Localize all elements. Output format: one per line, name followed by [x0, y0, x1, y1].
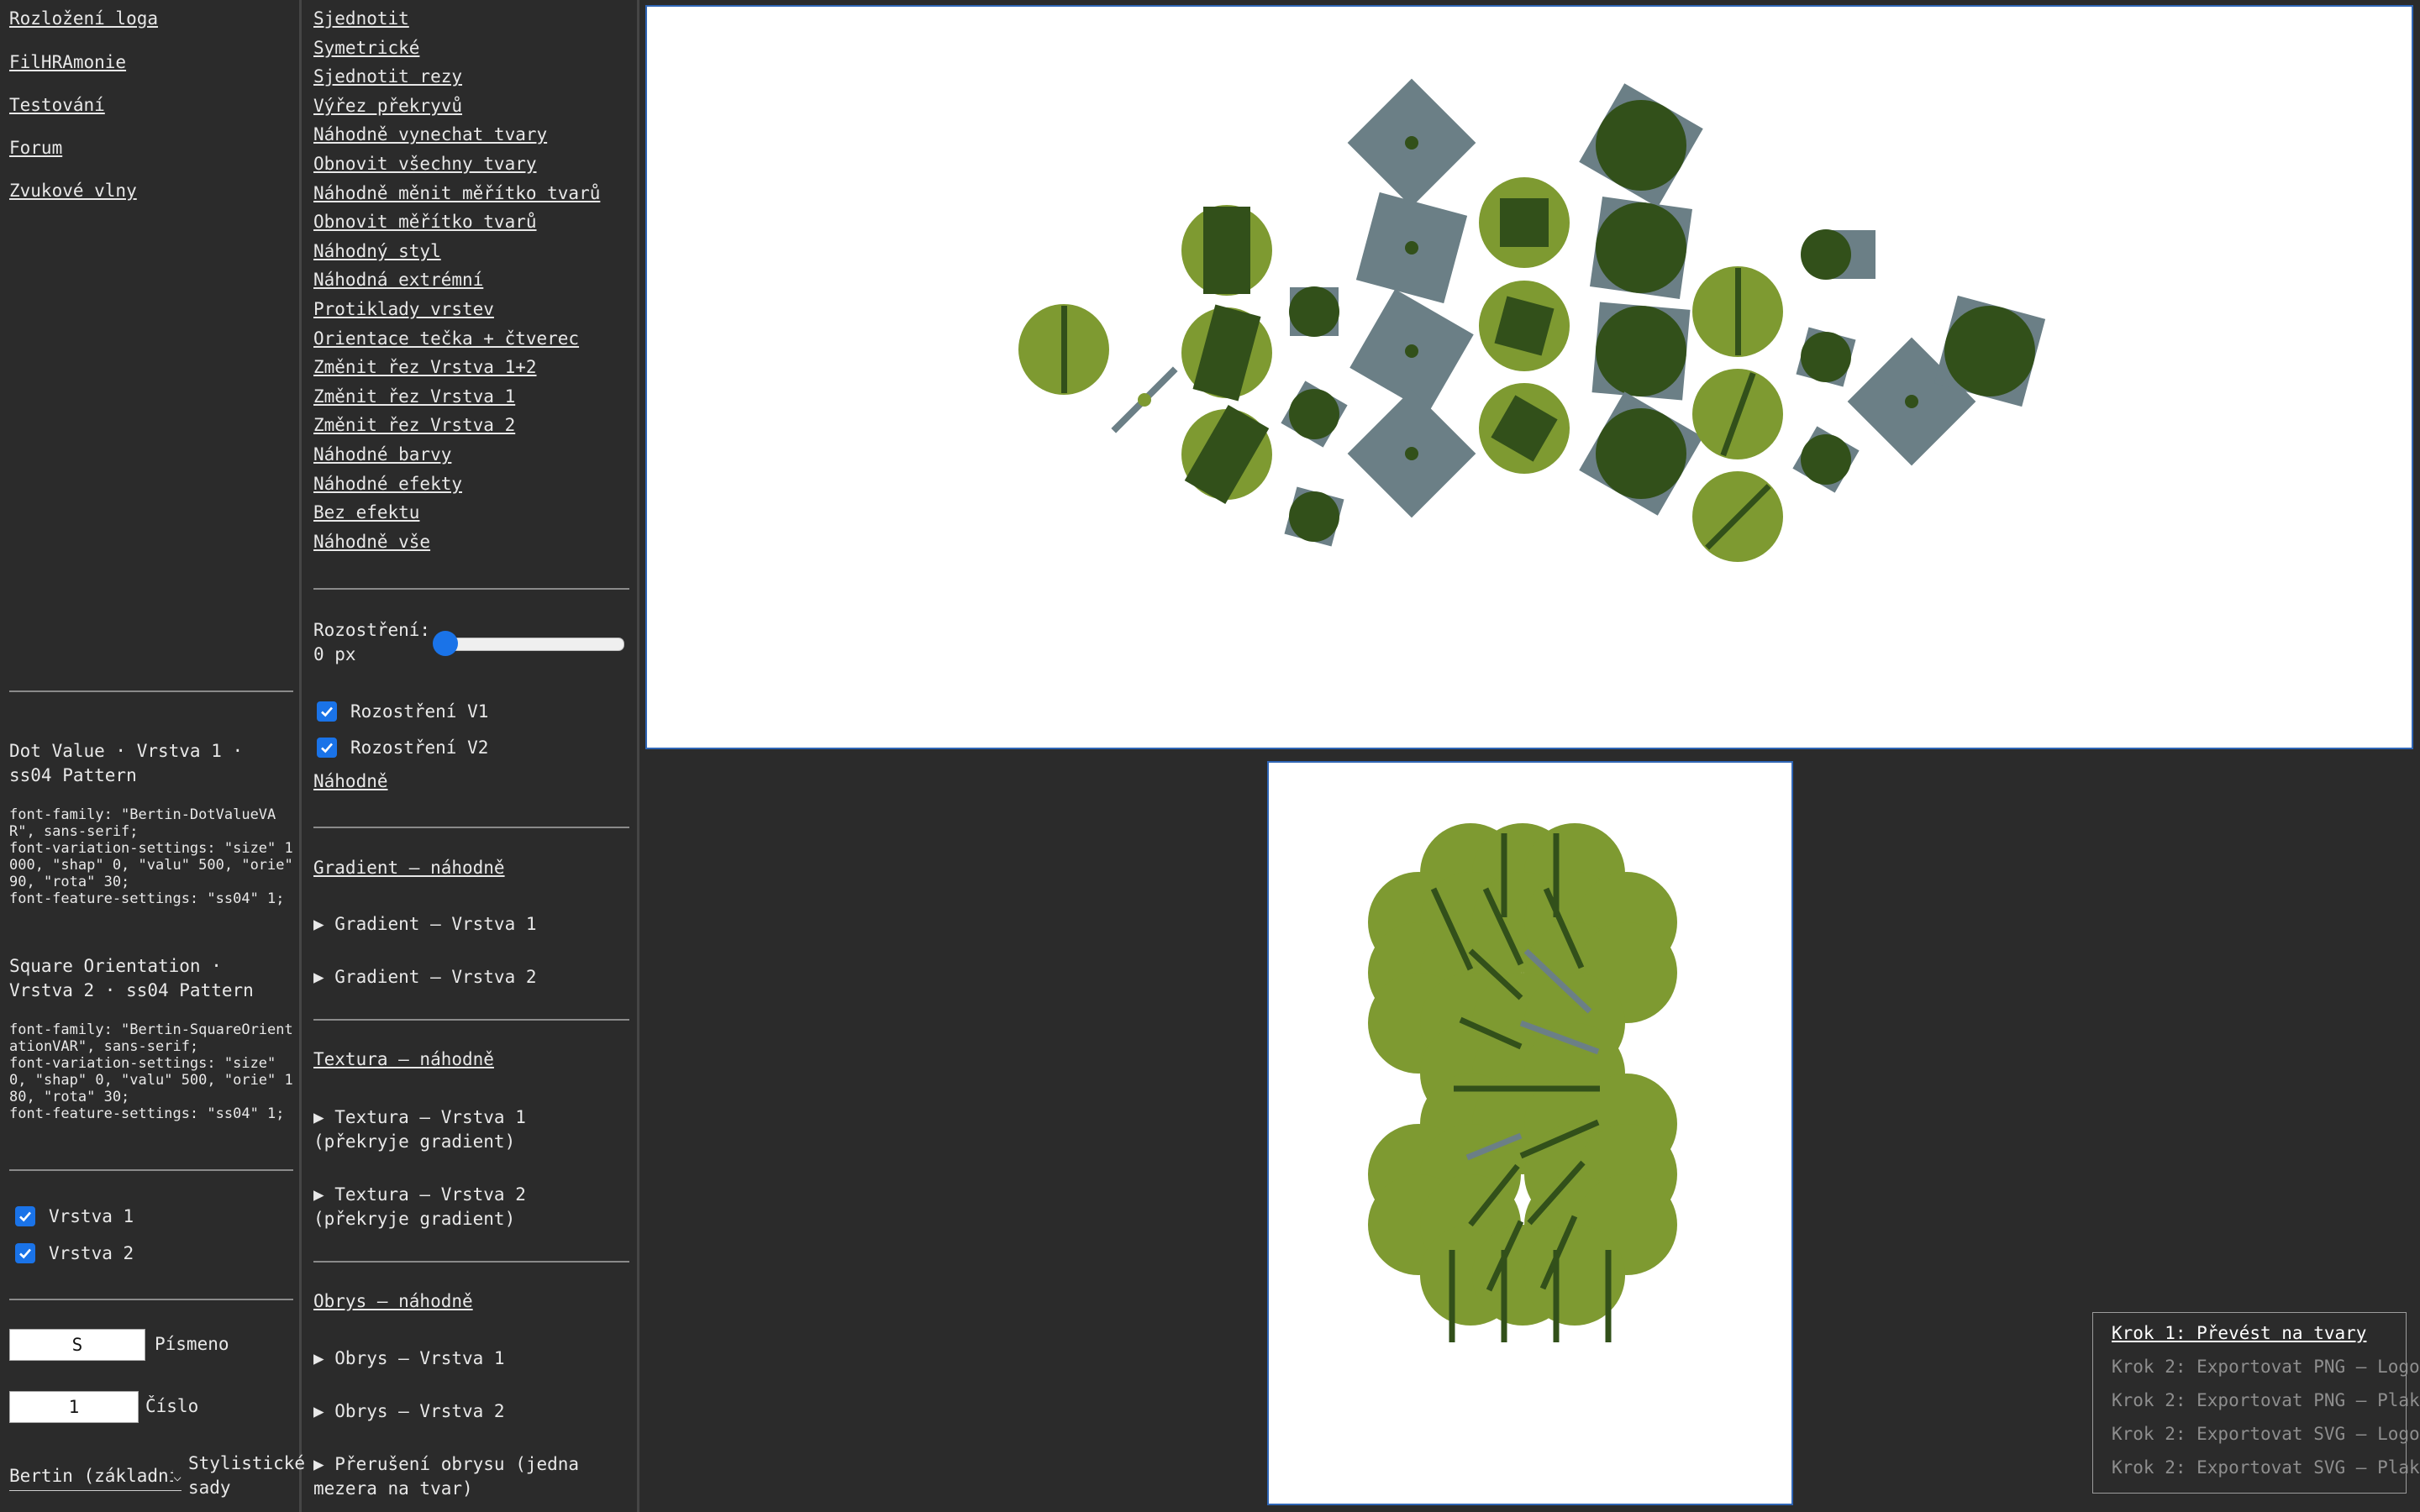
controls-column: Sjednotit Symetrické Sjednotit rezy Výřez p…	[302, 0, 639, 1512]
layer2-toggle[interactable]: Vrstva 2	[15, 1243, 134, 1263]
action-nahodne-menit-meritko-tvaru[interactable]: Náhodně měnit měřítko tvarů	[313, 183, 600, 203]
blur-slider-thumb[interactable]	[433, 631, 458, 656]
divider	[313, 1019, 629, 1021]
logo-artwork	[1018, 78, 2046, 562]
blur-v2-toggle[interactable]: Rozostření V2	[317, 738, 488, 758]
divider	[313, 1261, 629, 1263]
stylistic-set-select[interactable]: Bertin (základní) ⌵	[9, 1462, 182, 1491]
action-nahodne-vynechat-tvary[interactable]: Náhodně vynechat tvary	[313, 124, 547, 144]
nav-link-filharmonie[interactable]: FilHRAmonie	[9, 52, 126, 72]
nav-link-rozlozeni-loga[interactable]: Rozložení loga	[9, 8, 158, 29]
divider	[9, 1169, 293, 1171]
divider	[313, 827, 629, 828]
left-sidebar: Rozložení loga FilHRAmonie Testování For…	[0, 0, 306, 1512]
divider	[313, 588, 629, 590]
checkbox-checked-icon[interactable]	[15, 1206, 35, 1226]
blur-v2-label: Rozostření V2	[350, 738, 489, 758]
poster-artwork	[1368, 823, 1677, 1342]
action-orientace-tecka-ctverec[interactable]: Orientace tečka + čtverec	[313, 328, 579, 349]
divider	[9, 690, 293, 692]
layer2-spec-title: Square Orientation · Vrstva 2 · ss04 Pat…	[9, 956, 254, 1000]
blur-value: 0 px	[313, 644, 356, 664]
action-nahodne-vse[interactable]: Náhodně vše	[313, 532, 430, 552]
texture-layer2-toggle[interactable]: ▶ Textura – Vrstva 2 (překryje gradient)	[313, 1183, 591, 1231]
layer1-css-code: font-family: "Bertin-DotValueVAR", sans-…	[9, 806, 293, 907]
action-nahodne-barvy[interactable]: Náhodné barvy	[313, 444, 451, 465]
blur-label-block: Rozostření: 0 px	[313, 618, 439, 667]
divider	[9, 1299, 293, 1300]
number-label: Číslo	[145, 1396, 199, 1416]
layer1-spec-title: Dot Value · Vrstva 1 · ss04 Pattern	[9, 741, 244, 785]
logo-shape-group	[1018, 78, 2046, 562]
texture-layer1-toggle[interactable]: ▶ Textura – Vrstva 1 (překryje gradient)	[313, 1105, 591, 1154]
nav-link-forum[interactable]: Forum	[9, 138, 62, 158]
stylistic-set-value: Bertin (základní)	[9, 1466, 174, 1486]
stylistic-set-label: Stylistické sady	[188, 1453, 306, 1498]
gradient-layer1-toggle[interactable]: ▶ Gradient – Vrstva 1	[313, 912, 591, 937]
nav-link-zvukove-vlny[interactable]: Zvukové vlny	[9, 181, 137, 201]
action-zmenit-rez-vrstva-1[interactable]: Změnit řez Vrstva 1	[313, 386, 515, 407]
checkbox-checked-icon[interactable]	[317, 701, 337, 722]
action-zmenit-rez-vrstva-2[interactable]: Změnit řez Vrstva 2	[313, 415, 515, 435]
nav-link-testovani[interactable]: Testování	[9, 95, 105, 115]
export-png-poster[interactable]: Krok 2: Exportovat PNG – Plakát	[2112, 1390, 2420, 1410]
action-nahodna-extremni[interactable]: Náhodná extrémní	[313, 270, 483, 290]
action-symetricke[interactable]: Symetrické	[313, 38, 419, 58]
export-svg-logo[interactable]: Krok 2: Exportovat SVG – Logo	[2112, 1424, 2420, 1444]
export-png-logo[interactable]: Krok 2: Exportovat PNG – Logo	[2112, 1357, 2420, 1377]
action-protiklady-vrstev[interactable]: Protiklady vrstev	[313, 299, 494, 319]
export-step1-convert[interactable]: Krok 1: Převést na tvary	[2112, 1323, 2366, 1343]
action-bez-efektu[interactable]: Bez efektu	[313, 502, 419, 522]
layer1-label: Vrstva 1	[49, 1206, 134, 1226]
gradient-random-link[interactable]: Gradient – náhodně	[313, 858, 505, 878]
action-obnovit-vsechny-tvary[interactable]: Obnovit všechny tvary	[313, 154, 537, 174]
export-svg-poster[interactable]: Krok 2: Exportovat SVG – Plakát	[2112, 1457, 2420, 1478]
action-vyrez-prekryvu[interactable]: Výřez překryvů	[313, 96, 462, 116]
blur-v1-label: Rozostření V1	[350, 701, 489, 722]
letter-label: Písmeno	[155, 1334, 229, 1354]
blur-slider[interactable]	[436, 638, 624, 651]
outline-layer2-toggle[interactable]: ▶ Obrys – Vrstva 2	[313, 1399, 591, 1424]
outline-random-link[interactable]: Obrys – náhodně	[313, 1291, 473, 1311]
action-sjednotit-rezy[interactable]: Sjednotit rezy	[313, 66, 462, 87]
blur-random-link[interactable]: Náhodně	[313, 771, 388, 791]
layer2-label: Vrstva 2	[49, 1243, 134, 1263]
action-nahodne-efekty[interactable]: Náhodné efekty	[313, 474, 462, 494]
layer1-toggle[interactable]: Vrstva 1	[15, 1206, 134, 1226]
letter-input[interactable]: S	[9, 1329, 145, 1361]
logo-preview-canvas[interactable]	[645, 5, 2413, 749]
action-zmenit-rez-vrstva-1-2[interactable]: Změnit řez Vrstva 1+2	[313, 357, 537, 377]
outline-gap-toggle[interactable]: ▶ Přerušení obrysu (jedna mezera na tvar…	[313, 1452, 591, 1501]
blur-label: Rozostření:	[313, 620, 431, 640]
texture-random-link[interactable]: Textura – náhodně	[313, 1049, 494, 1069]
action-nahodny-styl[interactable]: Náhodný styl	[313, 241, 441, 261]
gradient-layer2-toggle[interactable]: ▶ Gradient – Vrstva 2	[313, 965, 591, 990]
blur-v1-toggle[interactable]: Rozostření V1	[317, 701, 488, 722]
poster-preview-canvas[interactable]	[1267, 761, 1793, 1505]
chevron-down-icon: ⌵	[173, 1467, 182, 1484]
poster-letter-s	[1368, 823, 1677, 1326]
number-input[interactable]: 1	[9, 1391, 139, 1423]
export-panel: Krok 1: Převést na tvary Krok 2: Exporto…	[2092, 1312, 2420, 1494]
layer2-css-code: font-family: "Bertin-SquareOrientationVA…	[9, 1021, 293, 1122]
action-obnovit-meritko-tvaru[interactable]: Obnovit měřítko tvarů	[313, 212, 537, 232]
checkbox-checked-icon[interactable]	[317, 738, 337, 758]
action-sjednotit[interactable]: Sjednotit	[313, 8, 409, 29]
outline-layer1-toggle[interactable]: ▶ Obrys – Vrstva 1	[313, 1347, 591, 1371]
checkbox-checked-icon[interactable]	[15, 1243, 35, 1263]
